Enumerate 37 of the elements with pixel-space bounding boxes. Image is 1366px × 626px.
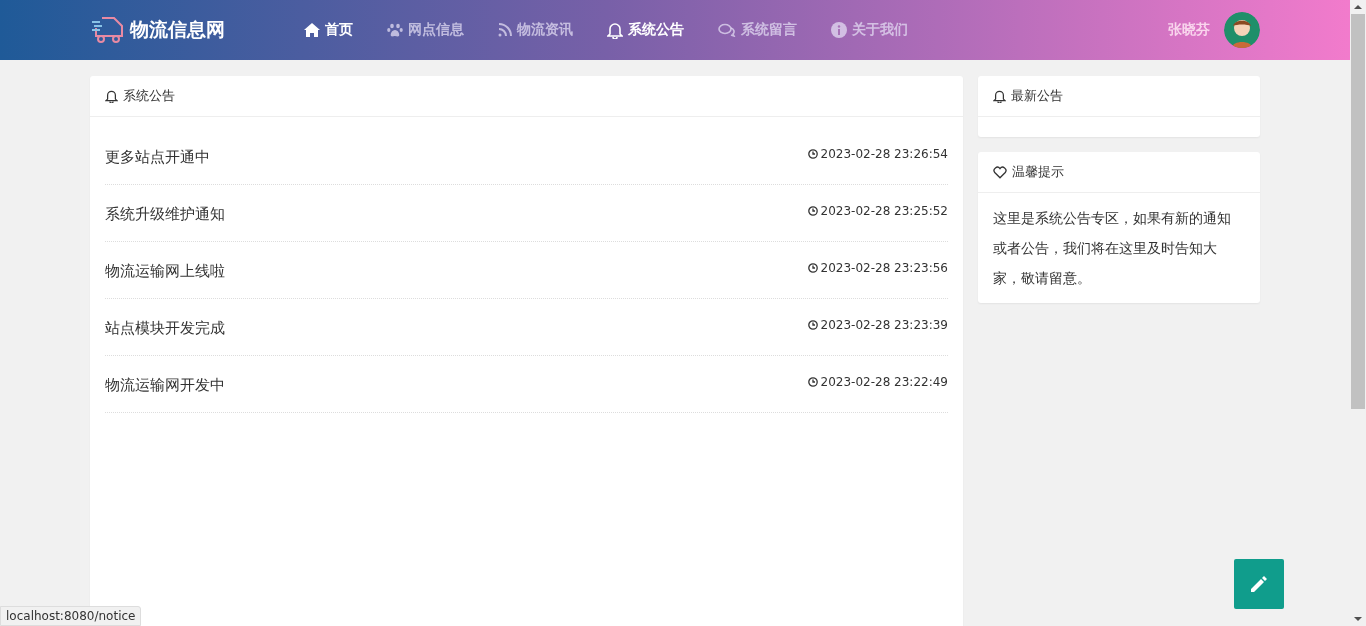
nav-link[interactable]: 首页: [300, 21, 357, 39]
heart-icon: [993, 165, 1007, 179]
clock-icon: [807, 377, 818, 387]
home-icon: [304, 23, 320, 37]
notice-time: 2023-02-28 23:25:52: [820, 204, 948, 218]
pencil-icon: [1249, 574, 1269, 594]
card-title: 最新公告: [1011, 87, 1063, 105]
notice-time: 2023-02-28 23:23:39: [820, 318, 948, 332]
nav-link[interactable]: 系统公告: [603, 21, 688, 39]
info-icon: [831, 22, 847, 38]
notice-time: 2023-02-28 23:22:49: [820, 375, 948, 389]
truck-icon: [90, 14, 126, 46]
clock-icon: [807, 149, 818, 159]
bell-icon: [993, 89, 1006, 103]
bell-icon: [105, 89, 118, 103]
notice-time: 2023-02-28 23:23:56: [820, 261, 948, 275]
chat-bubbles-icon: [718, 23, 736, 37]
clock-icon: [807, 263, 818, 273]
notice-title-link[interactable]: 站点模块开发完成: [105, 319, 225, 338]
user-avatar[interactable]: [1224, 12, 1260, 48]
notice-time: 2023-02-28 23:26:54: [820, 147, 948, 161]
nav-link[interactable]: 网点信息: [383, 21, 468, 39]
rss-icon: [498, 23, 512, 37]
paw-icon: [387, 23, 403, 37]
notice-title-link[interactable]: 物流运输网上线啦: [105, 262, 225, 281]
tip-text: 这里是系统公告专区，如果有新的通知或者公告，我们将在这里及时告知大家，敬请留意。: [992, 209, 1232, 288]
clock-icon: [807, 320, 818, 330]
status-bar-url: localhost:8080/notice: [0, 606, 142, 626]
clock-icon: [807, 206, 818, 216]
card-title: 系统公告: [123, 87, 175, 105]
card-title: 温馨提示: [1012, 163, 1064, 181]
notice-title-link[interactable]: 更多站点开通中: [105, 148, 210, 167]
notice-title-link[interactable]: 系统升级维护通知: [105, 205, 225, 224]
edit-button[interactable]: [1234, 559, 1284, 609]
notice-title-link[interactable]: 物流运输网开发中: [105, 376, 225, 395]
site-logo-text[interactable]: 物流信息网: [130, 17, 225, 43]
bell-icon: [607, 21, 623, 39]
